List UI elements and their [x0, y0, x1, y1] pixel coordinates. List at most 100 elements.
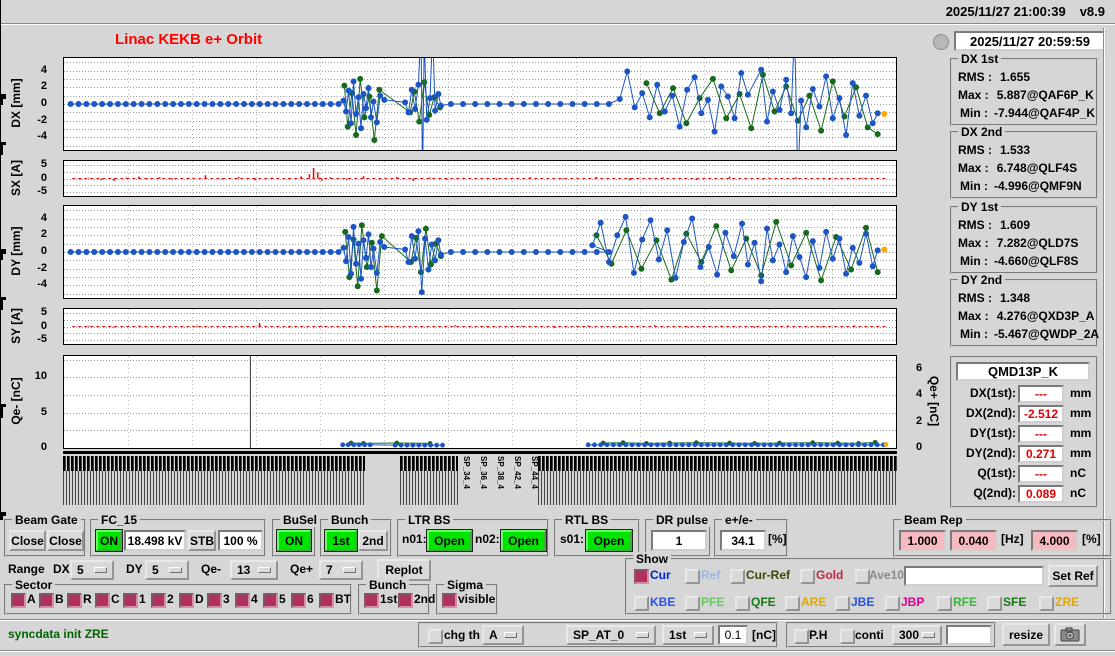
y-tick: [0, 144, 6, 145]
range-qem-dropdown[interactable]: 13: [230, 560, 278, 580]
extra-field[interactable]: [946, 625, 992, 645]
busel-on-button[interactable]: ON: [277, 530, 311, 551]
y-tick: [0, 252, 6, 253]
ref-name-field[interactable]: [904, 566, 1044, 586]
plot-canvas-sx[interactable]: [64, 161, 896, 196]
checkbox-show-ref[interactable]: [685, 569, 700, 584]
checkbox-sector-3[interactable]: [207, 593, 222, 608]
monitor-label-band: [400, 471, 458, 505]
checkbox-sector-1[interactable]: [123, 593, 138, 608]
checkbox-show-are[interactable]: [785, 596, 800, 611]
checkbox-show-cur[interactable]: [634, 569, 649, 584]
checkbox-sector-d[interactable]: [179, 593, 194, 608]
ltr-n01-open-button[interactable]: Open: [427, 530, 472, 551]
set-ref-button[interactable]: Set Ref: [1048, 565, 1098, 587]
show-zre-label: ZRE: [1055, 595, 1079, 609]
bunch-dropdown[interactable]: 1st: [662, 625, 714, 645]
y-tick-label: 0: [40, 97, 47, 109]
checkbox-ph[interactable]: [794, 629, 809, 644]
checkbox-show-gold[interactable]: [800, 569, 815, 584]
checkbox-chg-th[interactable]: [428, 629, 443, 644]
range-dy-dropdown[interactable]: 5: [145, 560, 189, 580]
rtl-s01-open-button[interactable]: Open: [586, 530, 632, 551]
checkbox-sector-5[interactable]: [263, 593, 278, 608]
checkbox-bunch-1st[interactable]: [364, 593, 379, 608]
qmd-row-label: DY(1st):: [969, 426, 1016, 440]
checkbox-sector-b[interactable]: [39, 593, 54, 608]
bunch-2nd-button[interactable]: 2nd: [358, 530, 388, 551]
checkbox-sector-bt[interactable]: [319, 593, 334, 608]
y-tick: [0, 250, 6, 251]
checkbox-sector-a[interactable]: [11, 593, 26, 608]
y-minor-tick: [0, 152, 3, 153]
y-tick: [0, 94, 6, 95]
sp-dropdown[interactable]: SP_AT_0: [566, 625, 656, 645]
fc15-stb-button[interactable]: STB: [188, 530, 216, 551]
checkbox-show-kbe[interactable]: [634, 596, 649, 611]
ltr-n02-open-button[interactable]: Open: [501, 530, 546, 551]
checkbox-bunch-2nd[interactable]: [398, 593, 413, 608]
beam-rep-field-1[interactable]: 1.000: [899, 530, 946, 551]
beam-rep-field-3[interactable]: 4.000: [1031, 530, 1078, 551]
checkbox-show-rfe[interactable]: [937, 596, 952, 611]
y-minor-tick: [0, 417, 3, 418]
points-dropdown[interactable]: 300: [892, 625, 942, 645]
min-value: -5.467@QWDP_2A: [994, 327, 1100, 341]
qmd-name-field[interactable]: QMD13P_K: [956, 362, 1090, 381]
resize-button[interactable]: resize: [1002, 623, 1050, 646]
snapshot-time-field[interactable]: 2025/11/27 20:59:59: [954, 31, 1106, 51]
plot-canvas-dx[interactable]: [64, 58, 896, 150]
y-minor-tick: [0, 307, 3, 308]
q-threshold-field[interactable]: 0.1: [718, 625, 748, 645]
checkbox-show-pfe[interactable]: [685, 596, 700, 611]
y-tick-label: -5: [37, 333, 47, 345]
fc15-percent-field[interactable]: 100 %: [218, 530, 263, 551]
fc15-kv-field[interactable]: 18.498 kV: [124, 530, 186, 551]
dr-pulse-field[interactable]: 1: [651, 530, 707, 551]
checkbox-sector-c[interactable]: [95, 593, 110, 608]
ltr-n02-label: n02:: [475, 532, 500, 546]
y-minor-tick: [0, 259, 3, 260]
beam-gate-close-button-1[interactable]: Close: [9, 530, 46, 551]
th-dropdown[interactable]: A: [482, 625, 524, 645]
plot-canvas-dy[interactable]: [64, 206, 896, 298]
plot-canvas-q[interactable]: [64, 356, 896, 448]
monitor-label: SP_38_4: [496, 456, 505, 489]
y-axis-title-sy: SY [A]: [9, 307, 23, 344]
checkbox-conti[interactable]: [840, 629, 855, 644]
range-qep-dropdown[interactable]: 7: [319, 560, 363, 580]
monitor-label-band: [538, 471, 897, 505]
max-label: Max :: [958, 236, 989, 250]
y-tick-label: 5: [40, 406, 47, 418]
checkbox-show-jbp[interactable]: [885, 596, 900, 611]
group-title: Sigma: [444, 578, 487, 592]
y-axis-sx: [0, 105, 1, 142]
range-dx-dropdown[interactable]: 5: [70, 560, 114, 580]
group-title: Beam Rep: [901, 513, 966, 527]
range-dy-label: DY: [126, 562, 143, 576]
plot-canvas-sy[interactable]: [64, 309, 896, 344]
checkbox-sector-2[interactable]: [151, 593, 166, 608]
beam-rep-field-2[interactable]: 0.040: [950, 530, 997, 551]
checkbox-sector-r[interactable]: [67, 593, 82, 608]
checkbox-show-jbe[interactable]: [835, 596, 850, 611]
beam-gate-close-button-2[interactable]: Close: [47, 530, 84, 551]
checkbox-show-zre[interactable]: [1039, 596, 1054, 611]
y-tick: [0, 142, 6, 143]
checkbox-sector-6[interactable]: [291, 593, 306, 608]
qmd-value-field: ---: [1018, 385, 1064, 403]
bunch-value: 1st: [669, 628, 687, 642]
checkbox-show-qfe[interactable]: [735, 596, 750, 611]
checkbox-show-cur-ref[interactable]: [730, 569, 745, 584]
rms-value: 1.533: [1000, 143, 1031, 157]
y-minor-tick: [0, 153, 3, 154]
e-ratio-field[interactable]: 34.1: [720, 530, 766, 551]
checkbox-show-sfe[interactable]: [987, 596, 1002, 611]
fc15-on-button[interactable]: ON: [96, 530, 122, 551]
screenshot-button[interactable]: [1054, 623, 1086, 646]
checkbox-show-ave10[interactable]: [855, 569, 870, 584]
checkbox-sigma-visible[interactable]: [442, 593, 457, 608]
checkbox-sector-4[interactable]: [235, 593, 250, 608]
bunch-1st-button[interactable]: 1st: [325, 530, 357, 551]
y-tick: [0, 299, 6, 300]
